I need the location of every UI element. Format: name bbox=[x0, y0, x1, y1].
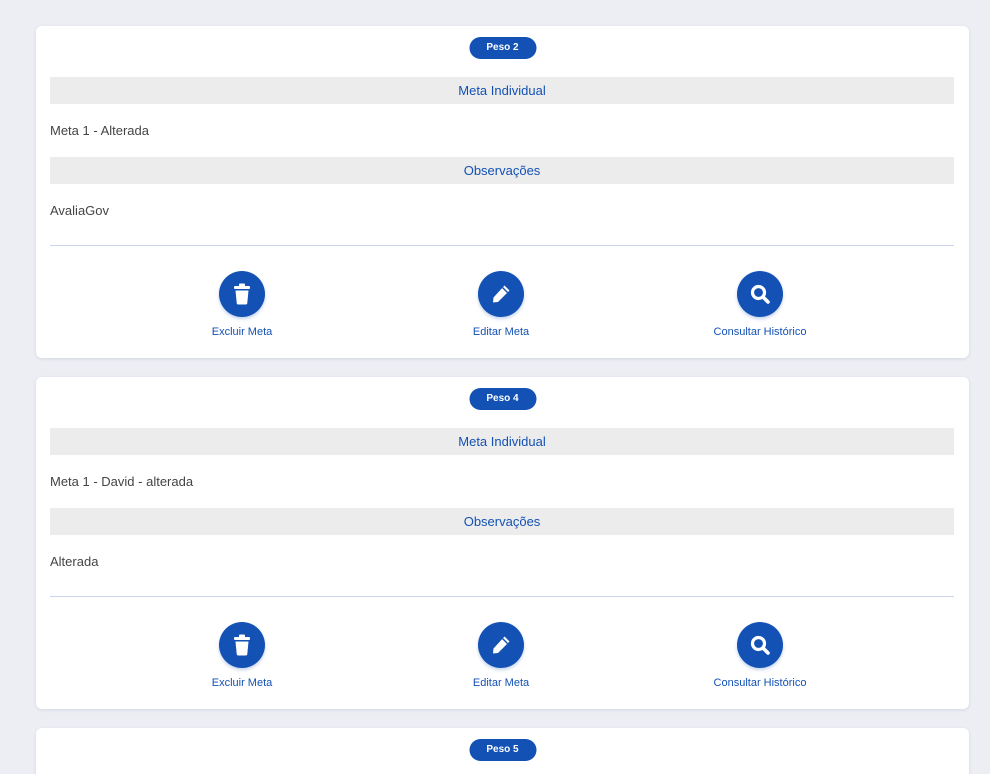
trash-icon[interactable] bbox=[219, 271, 265, 317]
goals-page: Peso 2 Meta Individual Meta 1 - Alterada… bbox=[0, 0, 990, 774]
weight-badge: Peso 4 bbox=[469, 388, 536, 410]
delete-goal-button[interactable]: Excluir Meta bbox=[162, 622, 322, 690]
edit-goal-button[interactable]: Editar Meta bbox=[421, 271, 581, 339]
delete-goal-label[interactable]: Excluir Meta bbox=[162, 676, 322, 690]
goal-description: Meta 1 - Alterada bbox=[50, 123, 149, 138]
search-icon[interactable] bbox=[737, 622, 783, 668]
view-history-button[interactable]: Consultar Histórico bbox=[680, 622, 840, 690]
weight-badge: Peso 2 bbox=[469, 37, 536, 59]
delete-goal-label[interactable]: Excluir Meta bbox=[162, 325, 322, 339]
notes-text: Alterada bbox=[50, 554, 99, 569]
view-history-label[interactable]: Consultar Histórico bbox=[680, 676, 840, 690]
notes-text: AvaliaGov bbox=[50, 203, 110, 218]
notes-section-header: Observações bbox=[50, 157, 954, 184]
delete-goal-button[interactable]: Excluir Meta bbox=[162, 271, 322, 339]
goal-card: Peso 4 Meta Individual Meta 1 - David - … bbox=[36, 377, 969, 709]
goal-section-header: Meta Individual bbox=[50, 77, 954, 104]
weight-badge: Peso 5 bbox=[469, 739, 536, 761]
divider bbox=[50, 245, 954, 246]
goal-card: Peso 2 Meta Individual Meta 1 - Alterada… bbox=[36, 26, 969, 358]
edit-goal-label[interactable]: Editar Meta bbox=[421, 325, 581, 339]
goal-card: Peso 5 bbox=[36, 728, 969, 774]
edit-goal-button[interactable]: Editar Meta bbox=[421, 622, 581, 690]
trash-icon[interactable] bbox=[219, 622, 265, 668]
view-history-button[interactable]: Consultar Histórico bbox=[680, 271, 840, 339]
view-history-label[interactable]: Consultar Histórico bbox=[680, 325, 840, 339]
notes-section-header: Observações bbox=[50, 508, 954, 535]
search-icon[interactable] bbox=[737, 271, 783, 317]
goal-description: Meta 1 - David - alterada bbox=[50, 474, 194, 489]
edit-goal-label[interactable]: Editar Meta bbox=[421, 676, 581, 690]
goal-section-header: Meta Individual bbox=[50, 428, 954, 455]
pencil-icon[interactable] bbox=[478, 622, 524, 668]
divider bbox=[50, 596, 954, 597]
pencil-icon[interactable] bbox=[478, 271, 524, 317]
